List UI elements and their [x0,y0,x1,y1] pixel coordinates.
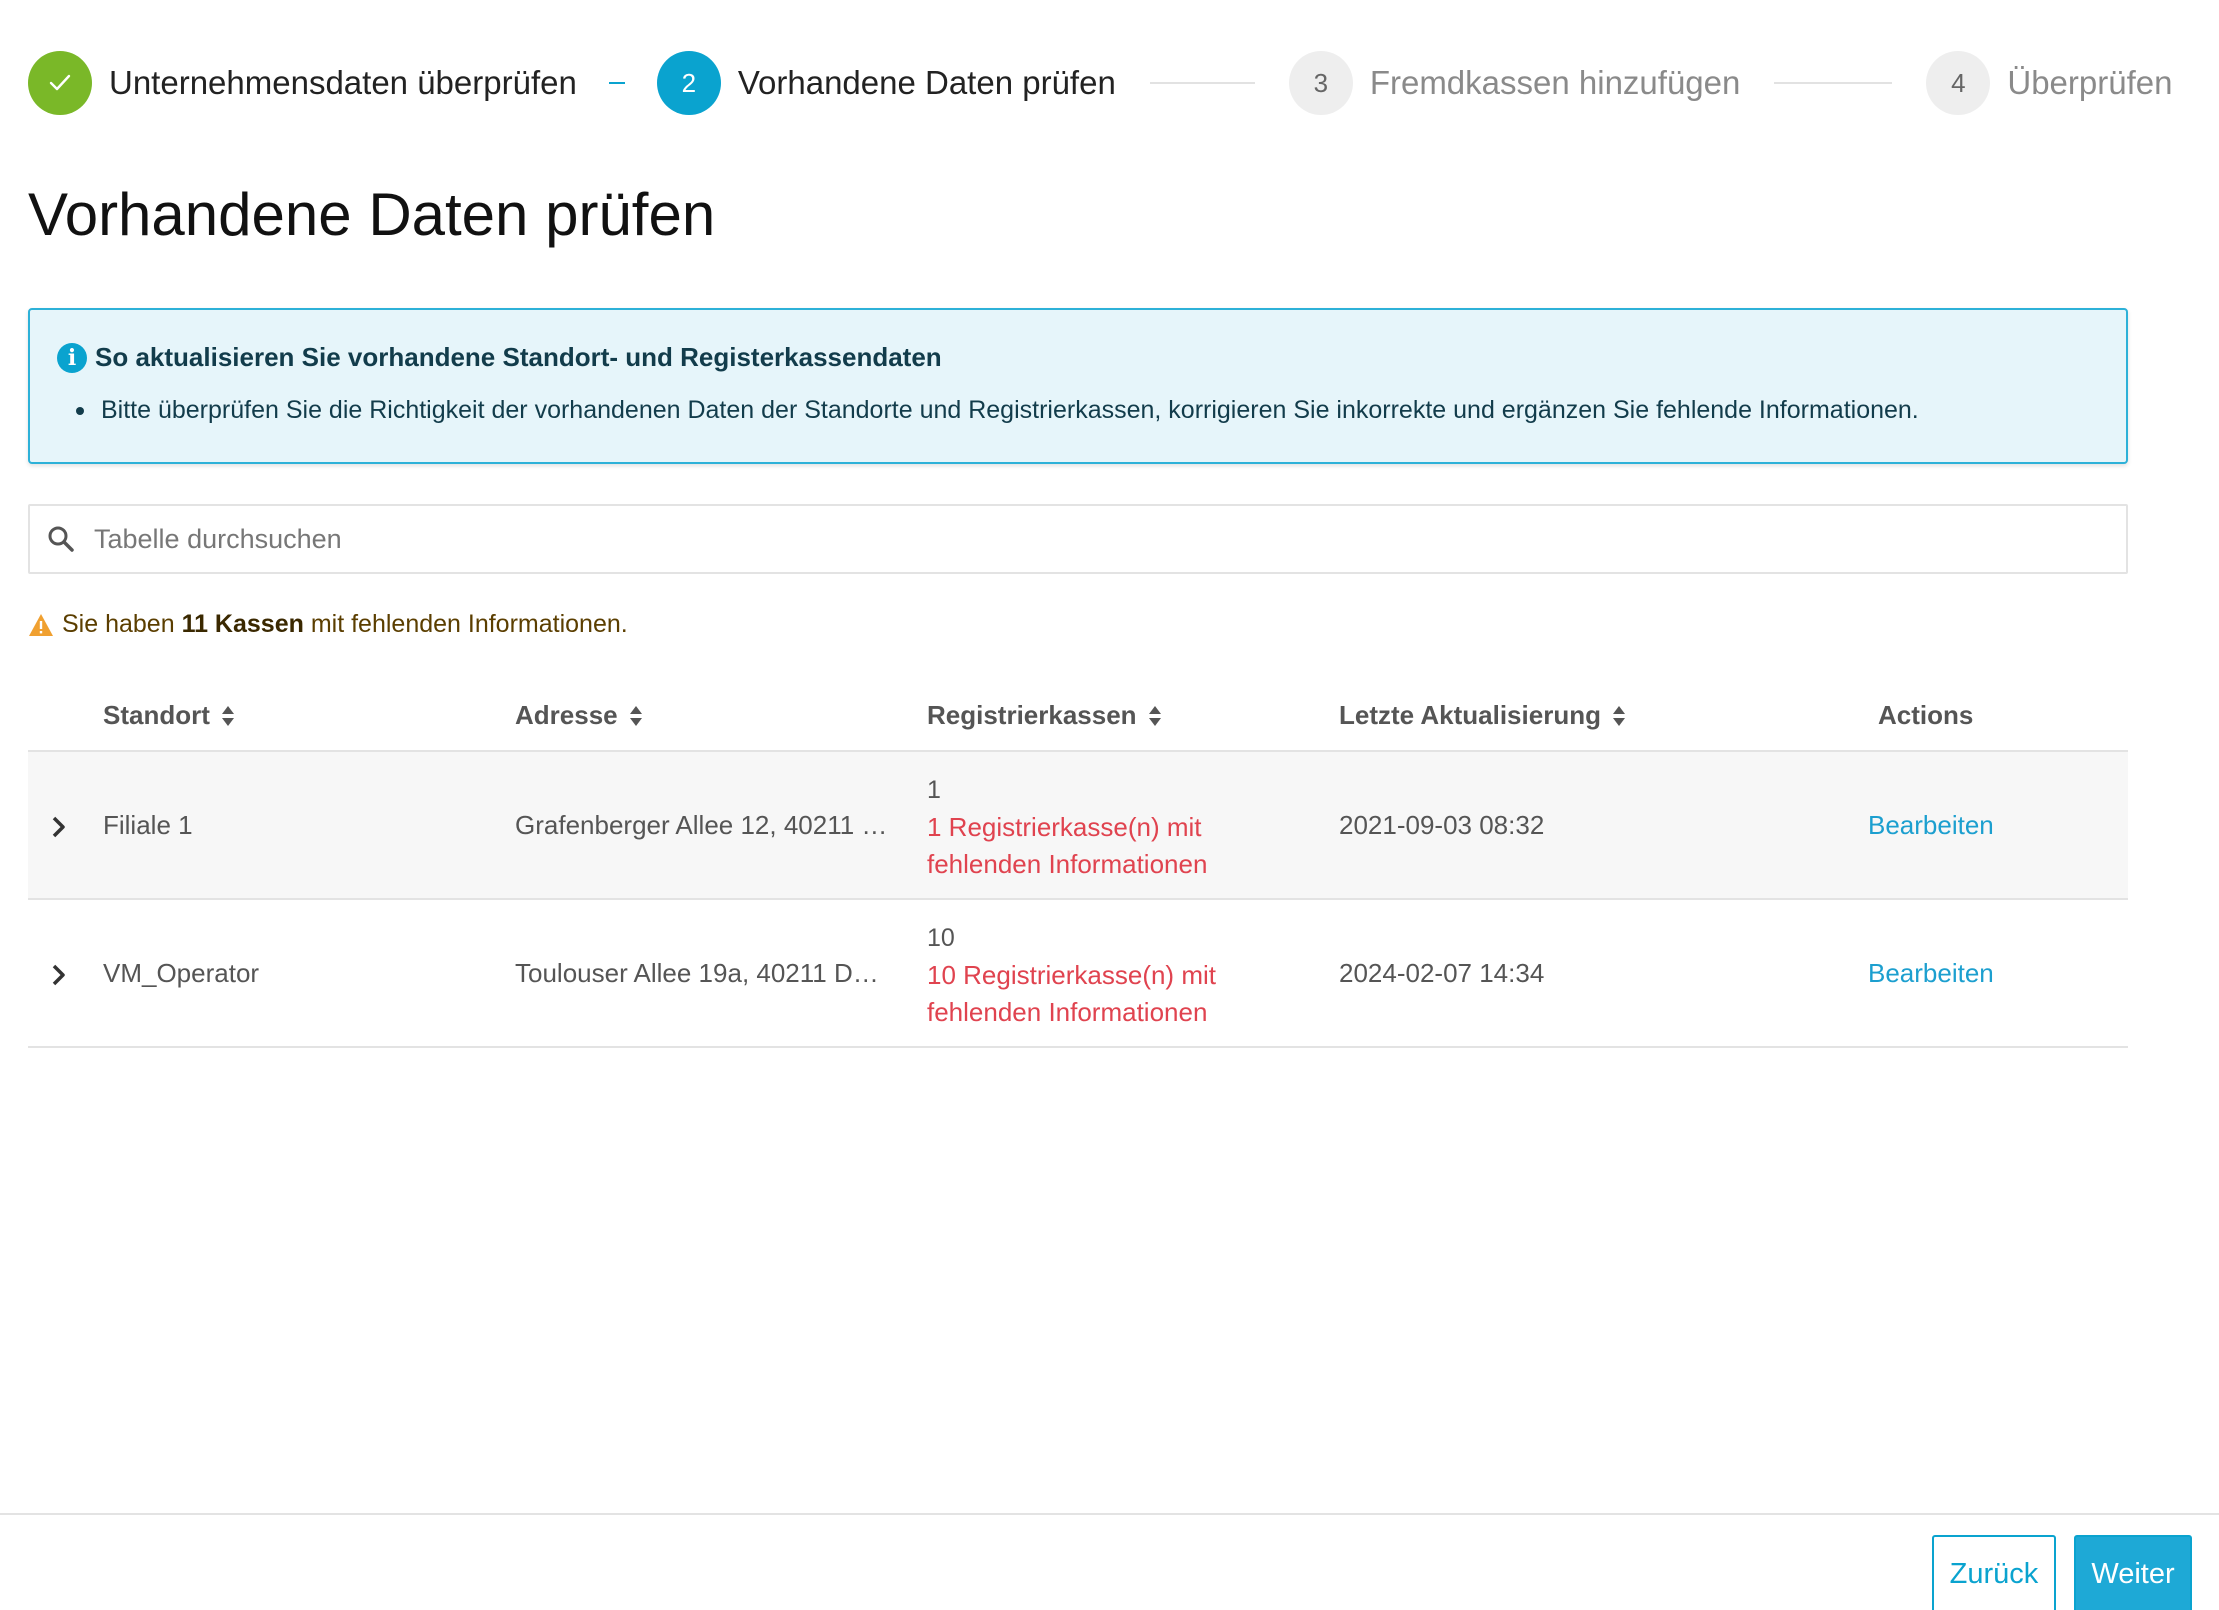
info-icon: i [57,342,87,373]
info-alert: i So aktualisieren Sie vorhandene Stando… [28,308,2128,464]
step-label: Überprüfen [2007,64,2173,101]
chevron-right-icon[interactable] [48,962,68,988]
step-connector [608,82,625,84]
page: Unternehmensdaten überprüfen 2 Vorhanden… [0,0,2219,1610]
column-label: Adresse [515,700,618,730]
table-header: Standort Adresse Registrierkassen Letzte… [28,680,2128,752]
footer-divider [0,1513,2219,1515]
column-label: Standort [103,700,210,730]
info-bullet: Bitte überprüfen Sie die Richtigkeit der… [76,396,1919,425]
cell-standort: Filiale 1 [103,810,193,840]
step-connector [1149,82,1255,84]
cell-registrierkassen: 10 10 Registrierkasse(n) mit fehlenden I… [927,920,1216,1031]
bullet-icon [76,406,84,415]
edit-link[interactable]: Bearbeiten [1868,958,1994,989]
search-icon [48,526,74,552]
table-row: VM_Operator Toulouser Allee 19a, 40211 D… [28,900,2128,1048]
back-button[interactable]: Zurück [1932,1535,2056,1610]
step-4[interactable]: 4 Überprüfen [1926,51,2172,115]
column-header-standort[interactable]: Standort [103,700,236,731]
step-2[interactable]: 2 Vorhandene Daten prüfen [656,51,1116,115]
column-label: Letzte Aktualisierung [1339,700,1601,730]
page-title: Vorhandene Daten prüfen [28,181,716,248]
column-header-adresse[interactable]: Adresse [515,700,644,731]
step-1[interactable]: Unternehmensdaten überprüfen [28,51,577,115]
step-connector [1774,82,1893,84]
search-bar[interactable] [28,504,2128,574]
sort-icon [1148,705,1161,726]
info-heading: i So aktualisieren Sie vorhandene Stando… [57,342,942,373]
chevron-right-icon[interactable] [48,814,68,840]
register-count: 10 [927,924,955,952]
table-row: Filiale 1 Grafenberger Allee 12, 40211 …… [28,752,2128,900]
register-missing-line-2: fehlenden Informationen [927,997,1208,1027]
check-icon [28,51,92,115]
column-header-actions: Actions [1878,700,1973,731]
cell-adresse: Grafenberger Allee 12, 40211 … [515,810,888,840]
step-number: 3 [1288,51,1353,115]
register-missing-line-1: 1 Registrierkasse(n) mit [927,812,1202,842]
sort-icon [1612,705,1625,726]
column-label: Actions [1878,700,1974,730]
step-number: 2 [656,51,721,115]
sort-icon [629,705,642,726]
step-label: Vorhandene Daten prüfen [737,64,1116,101]
warning-count: 11 Kassen [181,610,304,638]
cell-letzte-aktualisierung: 2024-02-07 14:34 [1339,958,1545,988]
step-label: Fremdkassen hinzufügen [1369,64,1741,101]
cell-letzte-aktualisierung: 2021-09-03 08:32 [1339,810,1545,840]
warning-icon [29,613,53,636]
search-input[interactable] [94,519,1994,559]
cell-standort: VM_Operator [103,958,260,988]
wizard-stepper: Unternehmensdaten überprüfen 2 Vorhanden… [28,50,2172,116]
warning-prefix: Sie haben [62,610,175,638]
step-label: Unternehmensdaten überprüfen [109,64,577,101]
column-header-letzte-aktualisierung[interactable]: Letzte Aktualisierung [1339,700,1627,731]
cell-registrierkassen: 1 1 Registrierkasse(n) mit fehlenden Inf… [927,772,1207,883]
missing-info-warning: Sie haben 11 Kassen mit fehlenden Inform… [28,610,628,639]
warning-suffix: mit fehlenden Informationen. [310,610,628,638]
info-bullet-text: Bitte überprüfen Sie die Richtigkeit der… [101,396,1919,424]
column-label: Registrierkassen [927,700,1137,730]
register-missing-line-1: 10 Registrierkasse(n) mit [927,960,1216,990]
step-number: 4 [1926,51,1991,115]
locations-table: Standort Adresse Registrierkassen Letzte… [28,680,2128,1048]
column-header-registrierkassen[interactable]: Registrierkassen [927,700,1163,731]
register-count: 1 [927,776,941,804]
cell-adresse: Toulouser Allee 19a, 40211 D… [515,958,879,988]
step-3[interactable]: 3 Fremdkassen hinzufügen [1288,51,1741,115]
next-button[interactable]: Weiter [2074,1535,2192,1610]
info-heading-text: So aktualisieren Sie vorhandene Standort… [95,342,942,372]
sort-icon [221,705,234,726]
register-missing-line-2: fehlenden Informationen [927,849,1208,879]
edit-link[interactable]: Bearbeiten [1868,810,1994,841]
